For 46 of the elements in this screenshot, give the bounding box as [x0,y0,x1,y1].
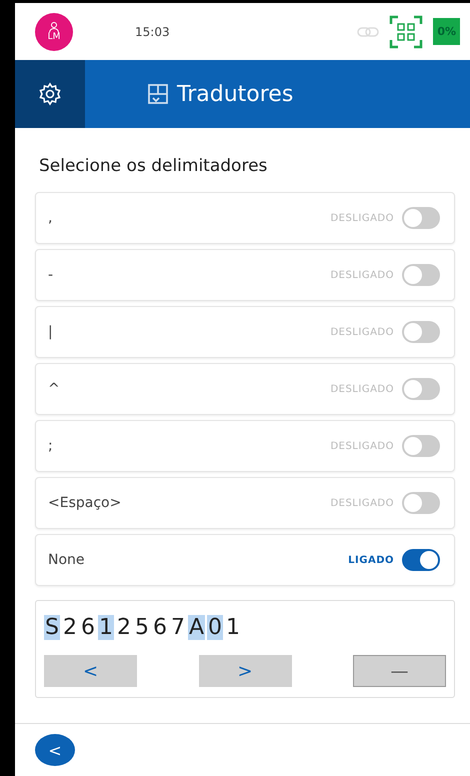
scan-icon[interactable] [389,14,424,48]
remove-button[interactable]: — [353,655,446,687]
section-title: Selecione os delimitadores [39,156,268,176]
translator-icon [147,83,169,105]
toggle-state: DESLIGADO [330,440,394,452]
clock-time: 15:03 [135,24,171,38]
delimiter-label: - [48,267,54,283]
toggle-state: DESLIGADO [330,384,394,394]
delimiter-label: | [48,324,54,340]
toggle-state: DESLIGADO [330,270,394,280]
delimiter-label: , [48,210,54,226]
barcode-character[interactable]: 5 [134,614,150,640]
battery-level: 0% [433,18,460,45]
toggle-switch[interactable] [402,378,440,400]
previous-button[interactable]: < [44,655,137,687]
barcode-character[interactable]: A [188,614,206,640]
delimiter-label: None [48,552,86,568]
barcode-character[interactable]: 1 [225,614,242,640]
user-avatar[interactable]: LM [35,12,73,50]
next-button[interactable]: > [198,655,292,687]
barcode-character[interactable]: 2 [116,614,132,640]
toggle-switch[interactable] [402,207,440,229]
barcode-character[interactable]: 2 [62,614,78,640]
toggle-switch[interactable] [402,264,440,286]
delimiter-label: ; [48,438,54,454]
delimiter-label: ^ [48,381,61,397]
page-title: Tradutores [177,82,294,106]
settings-button[interactable] [15,60,85,128]
toggle-switch[interactable] [402,549,440,571]
delimiter-label: <Espaço> [48,495,122,511]
toggle-switch[interactable] [402,492,440,514]
toggle-switch[interactable] [402,321,440,343]
toggle-state: DESLIGADO [330,326,394,338]
toggle-state: LIGADO [348,554,394,566]
barcode-character[interactable]: 7 [170,614,186,640]
toggle-state: DESLIGADO [330,212,394,224]
toggle-state: DESLIGADO [330,498,394,508]
barcode-character[interactable]: 6 [152,614,168,640]
link-icon [357,26,380,36]
toggle-switch[interactable] [402,435,440,457]
back-button[interactable]: < [35,734,75,766]
barcode-character[interactable]: 0 [207,614,224,640]
barcode-character[interactable]: 1 [98,614,114,640]
barcode-character[interactable]: S [44,614,60,640]
settings-icon [38,82,62,106]
barcode-character[interactable]: 6 [80,614,96,640]
